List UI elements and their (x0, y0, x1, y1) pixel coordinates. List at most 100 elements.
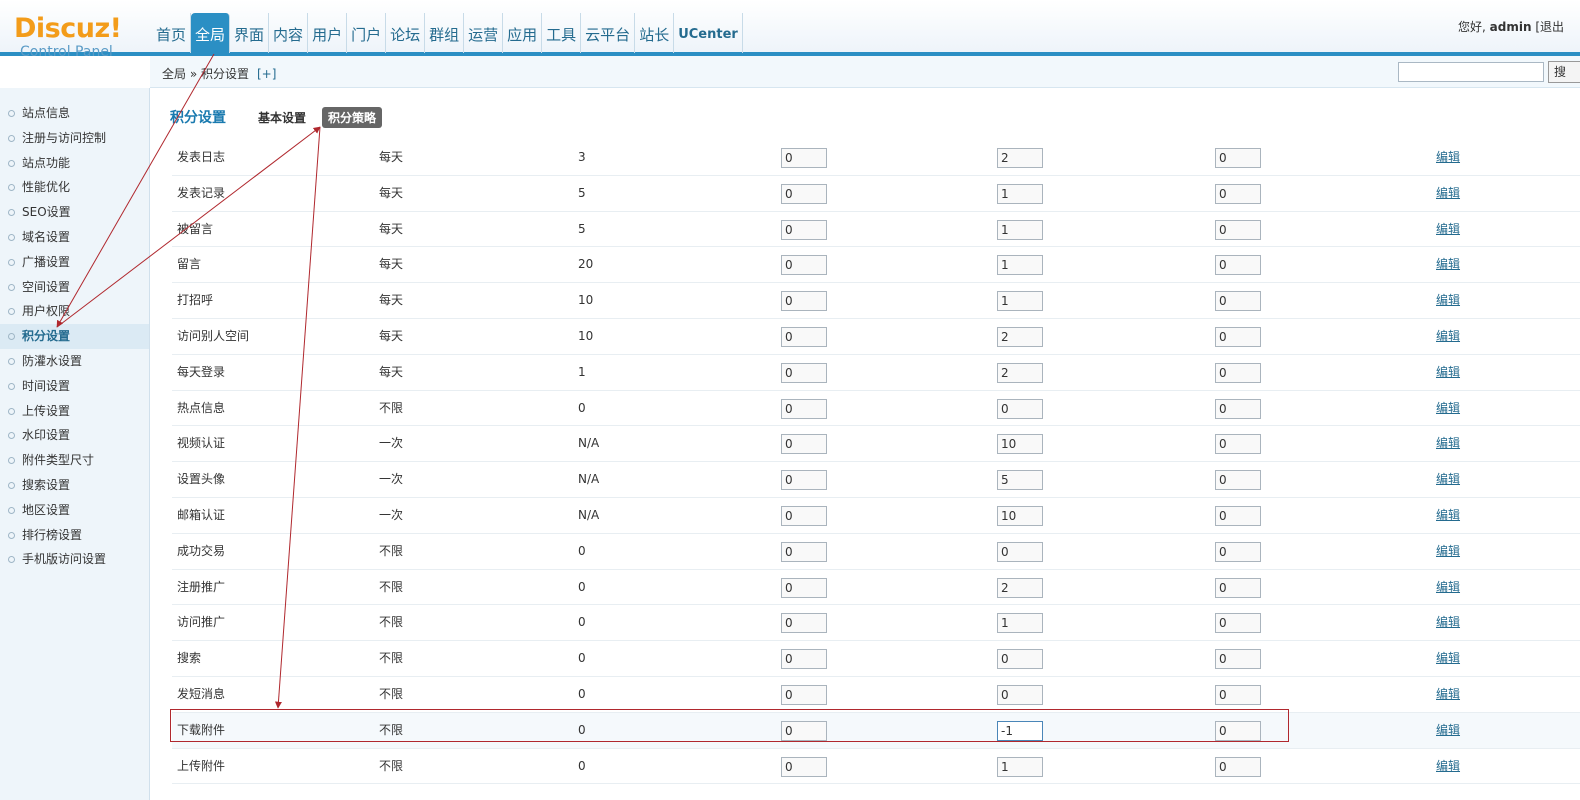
credit-input-1[interactable]: 0 (781, 148, 827, 168)
credit-input-2[interactable]: -1 (997, 720, 1043, 741)
edit-link[interactable]: 编辑 (1436, 283, 1460, 319)
edit-link[interactable]: 编辑 (1436, 713, 1460, 749)
sidebar-item[interactable]: 性能优化 (0, 175, 149, 200)
credit-input-3[interactable]: 0 (1215, 434, 1261, 455)
credit-input-1[interactable]: 0 (781, 613, 827, 634)
credit-input-2[interactable]: 1 (997, 219, 1043, 240)
nav-item[interactable]: 首页 (152, 13, 192, 53)
credit-input-2[interactable]: 2 (997, 148, 1043, 168)
credit-input-1[interactable]: 0 (781, 219, 827, 240)
credit-input-1[interactable]: 0 (781, 291, 827, 312)
nav-item[interactable]: 界面 (230, 13, 270, 53)
sidebar-item[interactable]: 积分设置 (0, 324, 149, 349)
search-button[interactable]: 搜 (1548, 61, 1580, 83)
credit-input-1[interactable]: 0 (781, 255, 827, 276)
nav-item[interactable]: 群组 (425, 13, 465, 53)
credit-input-3[interactable]: 0 (1215, 577, 1261, 598)
credit-input-3[interactable]: 0 (1215, 684, 1261, 705)
credit-input-1[interactable]: 0 (781, 362, 827, 383)
credit-input-2[interactable]: 5 (997, 470, 1043, 491)
credit-input-3[interactable]: 0 (1215, 148, 1261, 168)
credit-input-1[interactable]: 0 (781, 470, 827, 491)
credit-input-3[interactable]: 0 (1215, 756, 1261, 777)
credit-input-1[interactable]: 0 (781, 649, 827, 670)
sidebar-item[interactable]: 用户权限 (0, 299, 149, 324)
credit-input-3[interactable]: 0 (1215, 649, 1261, 670)
sidebar-item[interactable]: SEO设置 (0, 200, 149, 225)
edit-link[interactable]: 编辑 (1436, 176, 1460, 212)
credit-input-2[interactable]: 10 (997, 505, 1043, 526)
credit-input-1[interactable]: 0 (781, 398, 827, 419)
edit-link[interactable]: 编辑 (1436, 677, 1460, 713)
credit-input-2[interactable]: 1 (997, 291, 1043, 312)
credit-input-1[interactable]: 0 (781, 684, 827, 705)
credit-input-3[interactable]: 0 (1215, 255, 1261, 276)
edit-link[interactable]: 编辑 (1436, 498, 1460, 534)
sidebar-item[interactable]: 搜索设置 (0, 473, 149, 498)
credit-input-2[interactable]: 2 (997, 362, 1043, 383)
credit-input-1[interactable]: 0 (781, 505, 827, 526)
sidebar-item[interactable]: 站点功能 (0, 151, 149, 176)
credit-input-3[interactable]: 0 (1215, 613, 1261, 634)
search-input[interactable] (1398, 62, 1544, 82)
edit-link[interactable]: 编辑 (1436, 319, 1460, 355)
nav-item[interactable]: 用户 (308, 13, 348, 53)
logout-link[interactable]: [退出 (1535, 20, 1564, 34)
sidebar-item[interactable]: 排行榜设置 (0, 523, 149, 548)
credit-input-2[interactable]: 10 (997, 434, 1043, 455)
edit-link[interactable]: 编辑 (1436, 570, 1460, 606)
sidebar-item[interactable]: 时间设置 (0, 374, 149, 399)
credit-input-2[interactable]: 0 (997, 649, 1043, 670)
credit-input-3[interactable]: 0 (1215, 470, 1261, 491)
credit-input-1[interactable]: 0 (781, 756, 827, 777)
credit-input-3[interactable]: 0 (1215, 219, 1261, 240)
credit-input-3[interactable]: 0 (1215, 183, 1261, 204)
nav-item[interactable]: 运营 (464, 13, 504, 53)
credit-input-2[interactable]: 0 (997, 684, 1043, 705)
credit-input-2[interactable]: 1 (997, 183, 1043, 204)
edit-link[interactable]: 编辑 (1436, 749, 1460, 785)
sidebar-item[interactable]: 广播设置 (0, 250, 149, 275)
nav-item[interactable]: 内容 (269, 13, 309, 53)
nav-item[interactable]: 应用 (503, 13, 543, 53)
tab-basic-settings[interactable]: 基本设置 (252, 107, 312, 128)
nav-item[interactable]: 论坛 (386, 13, 426, 53)
sidebar-item[interactable]: 地区设置 (0, 498, 149, 523)
edit-link[interactable]: 编辑 (1436, 140, 1460, 176)
edit-link[interactable]: 编辑 (1436, 641, 1460, 677)
sidebar-item[interactable]: 手机版访问设置 (0, 547, 149, 572)
credit-input-3[interactable]: 0 (1215, 398, 1261, 419)
credit-input-2[interactable]: 2 (997, 326, 1043, 347)
credit-input-2[interactable]: 1 (997, 255, 1043, 276)
credit-input-2[interactable]: 1 (997, 613, 1043, 634)
credit-input-3[interactable]: 0 (1215, 720, 1261, 741)
credit-input-1[interactable]: 0 (781, 720, 827, 741)
credit-input-1[interactable]: 0 (781, 326, 827, 347)
sidebar-item[interactable]: 空间设置 (0, 275, 149, 300)
credit-input-1[interactable]: 0 (781, 541, 827, 562)
edit-link[interactable]: 编辑 (1436, 355, 1460, 391)
nav-item[interactable]: 全局 (191, 13, 231, 53)
sidebar-item[interactable]: 水印设置 (0, 423, 149, 448)
nav-item[interactable]: 门户 (347, 13, 387, 53)
edit-link[interactable]: 编辑 (1436, 391, 1460, 427)
credit-input-3[interactable]: 0 (1215, 362, 1261, 383)
credit-input-1[interactable]: 0 (781, 434, 827, 455)
sidebar-item[interactable]: 附件类型尺寸 (0, 448, 149, 473)
nav-item[interactable]: UCenter (674, 13, 743, 53)
credit-input-2[interactable]: 0 (997, 541, 1043, 562)
credit-input-3[interactable]: 0 (1215, 326, 1261, 347)
edit-link[interactable]: 编辑 (1436, 212, 1460, 248)
credit-input-1[interactable]: 0 (781, 183, 827, 204)
nav-item[interactable]: 站长 (635, 13, 675, 53)
credit-input-3[interactable]: 0 (1215, 291, 1261, 312)
sidebar-item[interactable]: 防灌水设置 (0, 349, 149, 374)
credit-input-2[interactable]: 2 (997, 577, 1043, 598)
edit-link[interactable]: 编辑 (1436, 462, 1460, 498)
edit-link[interactable]: 编辑 (1436, 605, 1460, 641)
nav-item[interactable]: 云平台 (581, 13, 636, 53)
sidebar-item[interactable]: 域名设置 (0, 225, 149, 250)
credit-input-2[interactable]: 1 (997, 756, 1043, 777)
credit-input-2[interactable]: 0 (997, 398, 1043, 419)
edit-link[interactable]: 编辑 (1436, 426, 1460, 462)
